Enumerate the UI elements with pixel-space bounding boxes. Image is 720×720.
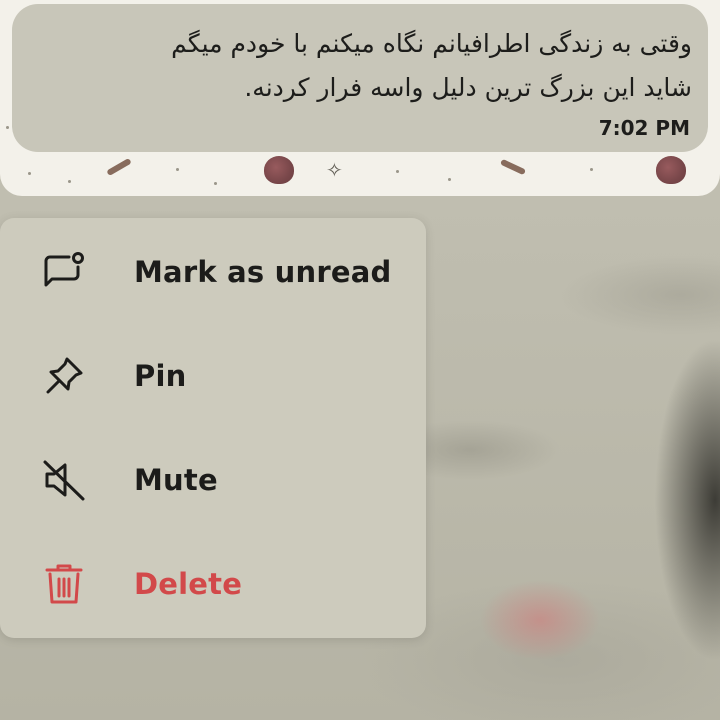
message-context-menu: Mark as unread Pin Mute Delete [0,218,426,638]
message-line: وقتی به زندگی اطرافیانم نگاه میکنم با خو… [171,29,692,58]
dot-decoration [214,182,217,185]
message-line: شاید این بزرگ ترین دلیل واسه فرار کردنه. [244,73,692,102]
pin-menu-item[interactable]: Pin [0,324,426,428]
heart-decoration [656,156,686,184]
delete-menu-item[interactable]: Delete [0,532,426,636]
feather-decoration [106,157,132,177]
menu-item-label: Delete [134,567,243,601]
message-text: وقتی به زندگی اطرافیانم نگاه میکنم با خو… [40,22,692,110]
message-timestamp: 7:02 PM [598,116,690,140]
menu-item-label: Mark as unread [134,255,392,289]
mark-as-unread-menu-item[interactable]: Mark as unread [0,220,426,324]
trash-icon [40,560,88,608]
dot-decoration [448,178,451,181]
menu-item-label: Pin [134,359,187,393]
dot-decoration [590,168,593,171]
feather-decoration [499,158,527,176]
speaker-muted-icon [40,456,88,504]
menu-item-label: Mute [134,463,218,497]
mute-menu-item[interactable]: Mute [0,428,426,532]
dot-decoration [68,180,71,183]
dot-decoration [176,168,179,171]
message-bubble[interactable]: وقتی به زندگی اطرافیانم نگاه میکنم با خو… [12,4,708,152]
pin-icon [40,352,88,400]
dot-decoration [396,170,399,173]
dot-decoration [6,126,9,129]
chat-unread-icon [40,248,88,296]
heart-decoration [264,156,294,184]
dot-decoration [28,172,31,175]
doodle-decoration: ✧ [326,158,343,182]
